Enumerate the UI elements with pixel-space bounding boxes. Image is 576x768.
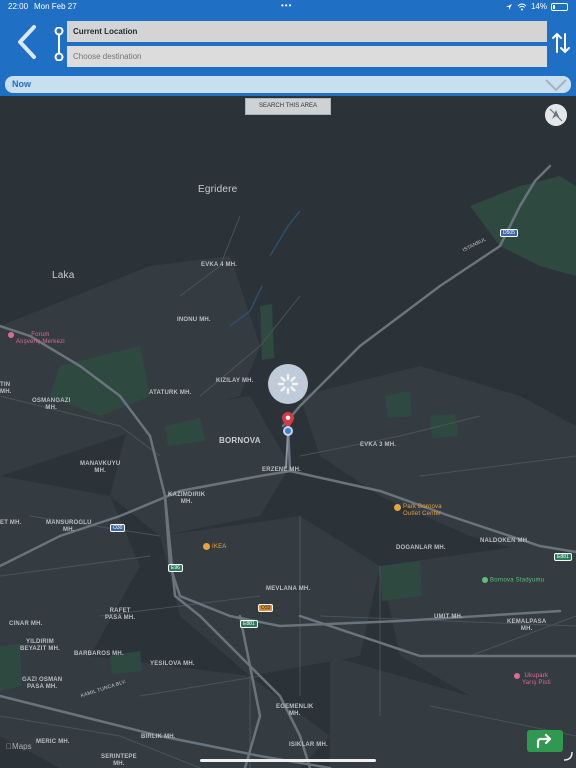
poi-forum-label: Forum Alışveriş Merkezi bbox=[16, 332, 65, 345]
origin-input[interactable] bbox=[67, 21, 547, 42]
status-right-group: 14% bbox=[505, 2, 568, 11]
wifi-icon bbox=[517, 3, 527, 10]
map-label-egridere: Egridere bbox=[198, 184, 238, 195]
map-label-egemenlik: EGEMENLIK MH. bbox=[276, 704, 314, 717]
map-label-evka4: EVKA 4 MH. bbox=[201, 262, 238, 268]
spinner-icon bbox=[277, 373, 299, 395]
map-label-erzene: ERZENE MH. bbox=[262, 467, 302, 473]
shopping-bag-icon bbox=[394, 504, 401, 511]
map-label-doganlar: DOGANLAR MH. bbox=[396, 545, 446, 551]
road-shield-o33: O33 bbox=[258, 604, 274, 612]
poi-ukupark[interactable]: Ukupark Yarış Pisti bbox=[514, 673, 551, 687]
resize-corner-icon bbox=[563, 751, 573, 761]
battery-icon bbox=[551, 2, 568, 11]
location-arrow-icon bbox=[505, 3, 512, 10]
route-endpoints-icon bbox=[54, 27, 64, 61]
race-flag-icon bbox=[514, 673, 520, 679]
map-label-bornova: BORNOVA bbox=[219, 436, 261, 445]
shopping-bag-icon bbox=[203, 543, 210, 550]
stadium-icon bbox=[482, 577, 488, 583]
status-time: 22:00 bbox=[8, 2, 29, 11]
map-label-kizilay: KIZILAY MH. bbox=[216, 378, 254, 384]
chevron-down-icon[interactable] bbox=[544, 77, 568, 92]
home-indicator[interactable] bbox=[200, 759, 376, 762]
battery-percentage: 14% bbox=[530, 2, 547, 11]
departure-time-selector[interactable]: Now bbox=[5, 76, 571, 93]
status-date: Mon Feb 27 bbox=[34, 2, 77, 11]
directions-button[interactable] bbox=[527, 730, 563, 752]
road-shield-o30: O30 bbox=[110, 524, 126, 532]
map-label-serintepe: SERINTEPE MH. bbox=[101, 754, 137, 767]
map-label-naldoken: NALDOKEN MH. bbox=[480, 538, 530, 544]
map-label-cinar: CINAR MH. bbox=[9, 621, 43, 627]
map-label-gazi-osman-pasa: GAZI OSMAN PASA MH. bbox=[22, 677, 63, 690]
road-shield-d505: D505 bbox=[500, 229, 518, 237]
map-label-evka3: EVKA 3 MH. bbox=[360, 442, 397, 448]
poi-stadyumu-label: Bornova Stadyumu bbox=[490, 577, 545, 584]
map-label-isiklar: ISIKLAR MH. bbox=[289, 742, 328, 748]
map-label-osmangazi: OSMANGAZI MH. bbox=[32, 398, 71, 411]
loading-spinner bbox=[268, 364, 308, 404]
time-bar: Now bbox=[0, 74, 576, 96]
multitasking-dots-icon[interactable]: ••• bbox=[281, 1, 292, 10]
route-header bbox=[0, 14, 576, 74]
shopping-icon bbox=[8, 332, 14, 338]
search-this-area-button[interactable]: SEARCH THIS AREA bbox=[245, 98, 331, 115]
current-location-dot bbox=[283, 426, 293, 436]
destination-input[interactable] bbox=[67, 46, 547, 67]
map-view[interactable]: Egridere Laka BORNOVA EVKA 4 MH. INONU M… bbox=[0, 96, 576, 768]
map-label-ataturk: ATATURK MH. bbox=[149, 390, 192, 396]
poi-bornova-stadyumu[interactable]: Bornova Stadyumu bbox=[482, 577, 544, 585]
back-chevron-icon[interactable] bbox=[14, 24, 40, 60]
map-label-inonu: INONU MH. bbox=[177, 317, 211, 323]
map-label-mevlana: MEVLANA MH. bbox=[266, 586, 311, 592]
map-label-yesilova: YESILOVA MH. bbox=[150, 661, 195, 667]
poi-ikea-label: IKEA bbox=[212, 544, 227, 551]
departure-time-label: Now bbox=[12, 79, 31, 89]
map-label-kazimdirik: KAZIMDIRIK MH. bbox=[168, 492, 206, 505]
map-label-kemalpasa: KEMALPASA MH. bbox=[507, 619, 547, 632]
map-label-rafet-pasa: RAFET PASA MH. bbox=[105, 608, 136, 621]
poi-ikea[interactable]: IKEA bbox=[203, 543, 226, 551]
poi-forum[interactable]: Forum Alışveriş Merkezi bbox=[8, 332, 65, 346]
map-label-et: ET MH. bbox=[0, 520, 22, 526]
map-label-tin: TIN MH. bbox=[0, 382, 12, 395]
map-label-laka: Laka bbox=[52, 270, 75, 281]
poi-ukupark-label: Ukupark Yarış Pisti bbox=[522, 673, 551, 686]
map-label-barbaros: BARBAROS MH. bbox=[74, 651, 124, 657]
map-label-yildirim-beyazit: YILDIRIM BEYAZIT MH. bbox=[20, 639, 60, 652]
map-label-umit: UMIT MH. bbox=[434, 614, 463, 620]
road-shield-e881-right: E881 bbox=[554, 553, 572, 561]
map-label-mansuroglu: MANSUROGLU MH. bbox=[46, 520, 92, 533]
poi-park-bornova-label: Park Bornova Outlet Center bbox=[403, 504, 442, 517]
compass-icon[interactable] bbox=[545, 104, 567, 126]
swap-direction-icon[interactable] bbox=[551, 30, 571, 56]
map-label-manavkuyu: MANAVKUYU MH. bbox=[80, 461, 121, 474]
status-bar: 22:00 Mon Feb 27 ••• 14% bbox=[0, 0, 576, 14]
map-label-birlik: BIRLIK MH. bbox=[141, 734, 176, 740]
map-label-meric: MERIC MH. bbox=[36, 739, 70, 745]
road-shield-e881-left: E881 bbox=[240, 620, 258, 628]
maps-attribution-label: Maps bbox=[6, 742, 32, 751]
maps-attribution: Maps bbox=[6, 742, 32, 751]
poi-park-bornova[interactable]: Park Bornova Outlet Center bbox=[394, 504, 442, 518]
road-shield-e96: E96 bbox=[168, 564, 183, 572]
